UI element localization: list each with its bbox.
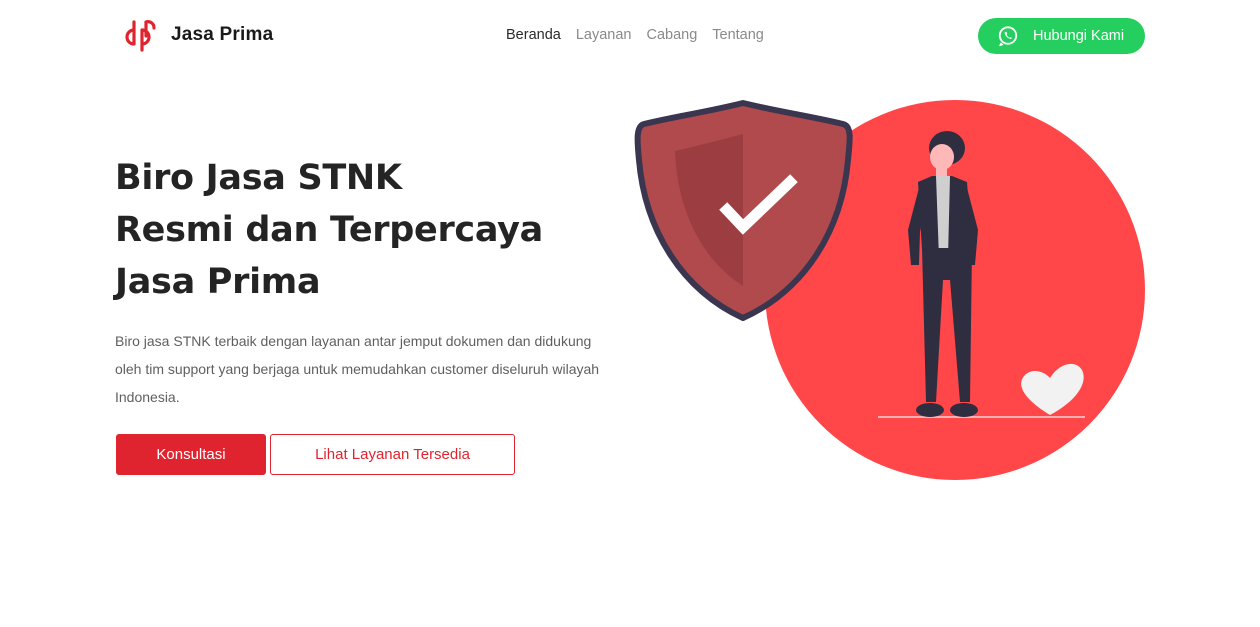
nav-item-tentang[interactable]: Tentang	[712, 26, 764, 44]
hero-title-line: Resmi dan Terpercaya	[115, 210, 543, 250]
nav-item-layanan[interactable]: Layanan	[576, 26, 632, 44]
main-menu: Beranda Layanan Cabang Tentang	[506, 26, 779, 44]
nav-item-cabang[interactable]: Cabang	[646, 26, 697, 44]
whatsapp-icon	[998, 26, 1018, 47]
contact-button-label: Hubungi Kami	[1033, 28, 1125, 44]
hero-title: Biro Jasa STNK Resmi dan Terpercaya Jasa…	[115, 152, 543, 308]
nav-item-beranda[interactable]: Beranda	[506, 26, 561, 44]
brand-name: Jasa Prima	[171, 24, 274, 45]
hero-title-line: Biro Jasa STNK	[115, 158, 402, 198]
navbar: Jasa Prima Beranda Layanan Cabang Tentan…	[0, 0, 1260, 72]
contact-button[interactable]: Hubungi Kami	[978, 18, 1145, 54]
brand-logo[interactable]: Jasa Prima	[122, 18, 273, 52]
logo-icon	[125, 20, 156, 52]
hero-title-line: Jasa Prima	[115, 262, 321, 302]
hero-description: Biro jasa STNK terbaik dengan layanan an…	[115, 333, 600, 405]
view-services-button[interactable]: Lihat Layanan Tersedia	[270, 434, 515, 475]
hero-illustration	[634, 100, 1145, 480]
consultation-button[interactable]: Konsultasi	[116, 434, 266, 475]
